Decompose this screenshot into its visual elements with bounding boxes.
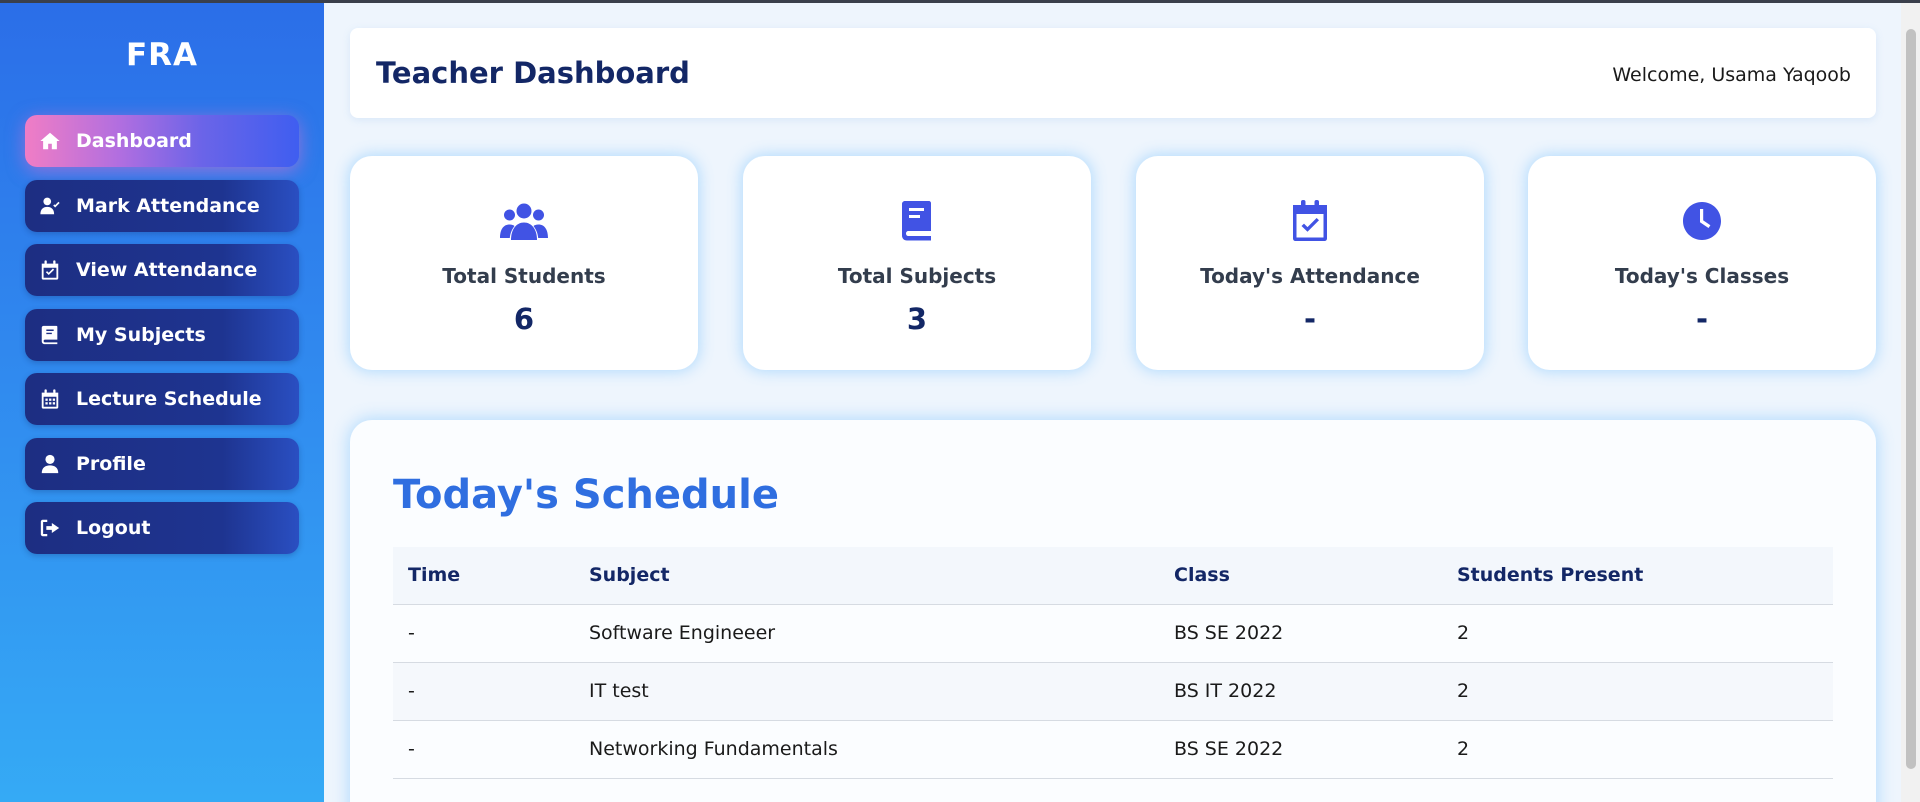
page-header: Teacher Dashboard Welcome, Usama Yaqoob xyxy=(350,28,1876,118)
sidebar-item-my-subjects[interactable]: My Subjects xyxy=(25,308,299,361)
cell-subject: Networking Fundamentals xyxy=(574,720,1159,779)
user-check-icon xyxy=(37,193,63,219)
column-header-time: Time xyxy=(393,547,574,605)
logout-icon xyxy=(37,515,63,541)
cell-subject: IT test xyxy=(574,662,1159,721)
users-icon xyxy=(350,200,698,244)
sidebar-item-view-attendance[interactable]: View Attendance xyxy=(25,244,299,296)
calendar-check-icon xyxy=(37,257,63,283)
sidebar-item-label: Lecture Schedule xyxy=(76,388,262,410)
welcome-message: Welcome, Usama Yaqoob xyxy=(1612,64,1851,86)
cell-class: BS IT 2022 xyxy=(1159,662,1442,721)
table-row: - IT test BS IT 2022 2 xyxy=(393,662,1833,721)
sidebar: FRA Dashboard Mark Attendance View Atten… xyxy=(0,3,324,802)
cell-subject: Software Engineeer xyxy=(574,604,1159,663)
cell-time: - xyxy=(393,604,574,663)
schedule-title: Today's Schedule xyxy=(393,472,779,518)
column-header-class: Class xyxy=(1159,547,1442,605)
stat-card-todays-classes: Today's Classes - xyxy=(1528,156,1876,370)
sidebar-item-profile[interactable]: Profile xyxy=(25,437,299,490)
sidebar-item-dashboard[interactable]: Dashboard xyxy=(25,115,299,167)
stat-label: Today's Attendance xyxy=(1200,264,1420,288)
sidebar-item-lecture-schedule[interactable]: Lecture Schedule xyxy=(25,373,299,425)
cell-time: - xyxy=(393,662,574,721)
cell-time: - xyxy=(393,720,574,779)
stat-label: Total Students xyxy=(442,264,606,288)
stat-value: - xyxy=(1695,302,1709,336)
window-top-border xyxy=(0,0,1920,3)
page-title: Teacher Dashboard xyxy=(376,56,690,90)
sidebar-item-label: View Attendance xyxy=(76,259,258,281)
book-icon xyxy=(37,322,63,348)
brand-logo: FRA xyxy=(125,37,199,73)
sidebar-item-label: Mark Attendance xyxy=(76,194,260,217)
stat-value: - xyxy=(1303,302,1317,336)
cell-present: 2 xyxy=(1442,720,1833,779)
todays-schedule-panel: Today's Schedule Time Subject Class Stud… xyxy=(350,420,1876,802)
user-icon xyxy=(37,451,63,477)
stat-label: Total Subjects xyxy=(837,264,997,288)
book-icon xyxy=(743,200,1091,244)
scrollbar-thumb[interactable] xyxy=(1906,29,1916,769)
home-icon xyxy=(37,128,63,154)
table-row: - Software Engineeer BS SE 2022 2 xyxy=(393,604,1833,663)
cell-present: 2 xyxy=(1442,662,1833,721)
stat-value: 6 xyxy=(513,302,535,336)
table-row: - Networking Fundamentals BS SE 2022 2 xyxy=(393,720,1833,779)
calendar-icon xyxy=(37,386,63,412)
cell-class: BS SE 2022 xyxy=(1159,720,1442,779)
table-header-row: Time Subject Class Students Present xyxy=(393,547,1833,605)
stat-card-total-students: Total Students 6 xyxy=(350,156,698,370)
clock-icon xyxy=(1528,200,1876,244)
column-header-subject: Subject xyxy=(574,547,1159,605)
calendar-check-icon xyxy=(1136,200,1484,244)
stats-cards: Total Students 6 Total Subjects 3 Today'… xyxy=(350,156,1876,370)
column-header-students-present: Students Present xyxy=(1442,547,1833,605)
sidebar-item-label: Logout xyxy=(76,517,151,539)
sidebar-nav: Dashboard Mark Attendance View Attendanc… xyxy=(25,115,299,567)
schedule-table: Time Subject Class Students Present - So… xyxy=(393,547,1833,779)
sidebar-item-logout[interactable]: Logout xyxy=(25,502,299,554)
stat-card-todays-attendance: Today's Attendance - xyxy=(1136,156,1484,370)
sidebar-item-mark-attendance[interactable]: Mark Attendance xyxy=(25,179,299,232)
cell-class: BS SE 2022 xyxy=(1159,604,1442,663)
stat-card-total-subjects: Total Subjects 3 xyxy=(743,156,1091,370)
cell-present: 2 xyxy=(1442,604,1833,663)
page-scrollbar[interactable] xyxy=(1901,3,1920,802)
stat-value: 3 xyxy=(906,302,928,336)
stat-label: Today's Classes xyxy=(1614,264,1790,288)
sidebar-item-label: My Subjects xyxy=(76,323,206,346)
sidebar-item-label: Profile xyxy=(76,452,146,475)
sidebar-item-label: Dashboard xyxy=(76,130,192,152)
